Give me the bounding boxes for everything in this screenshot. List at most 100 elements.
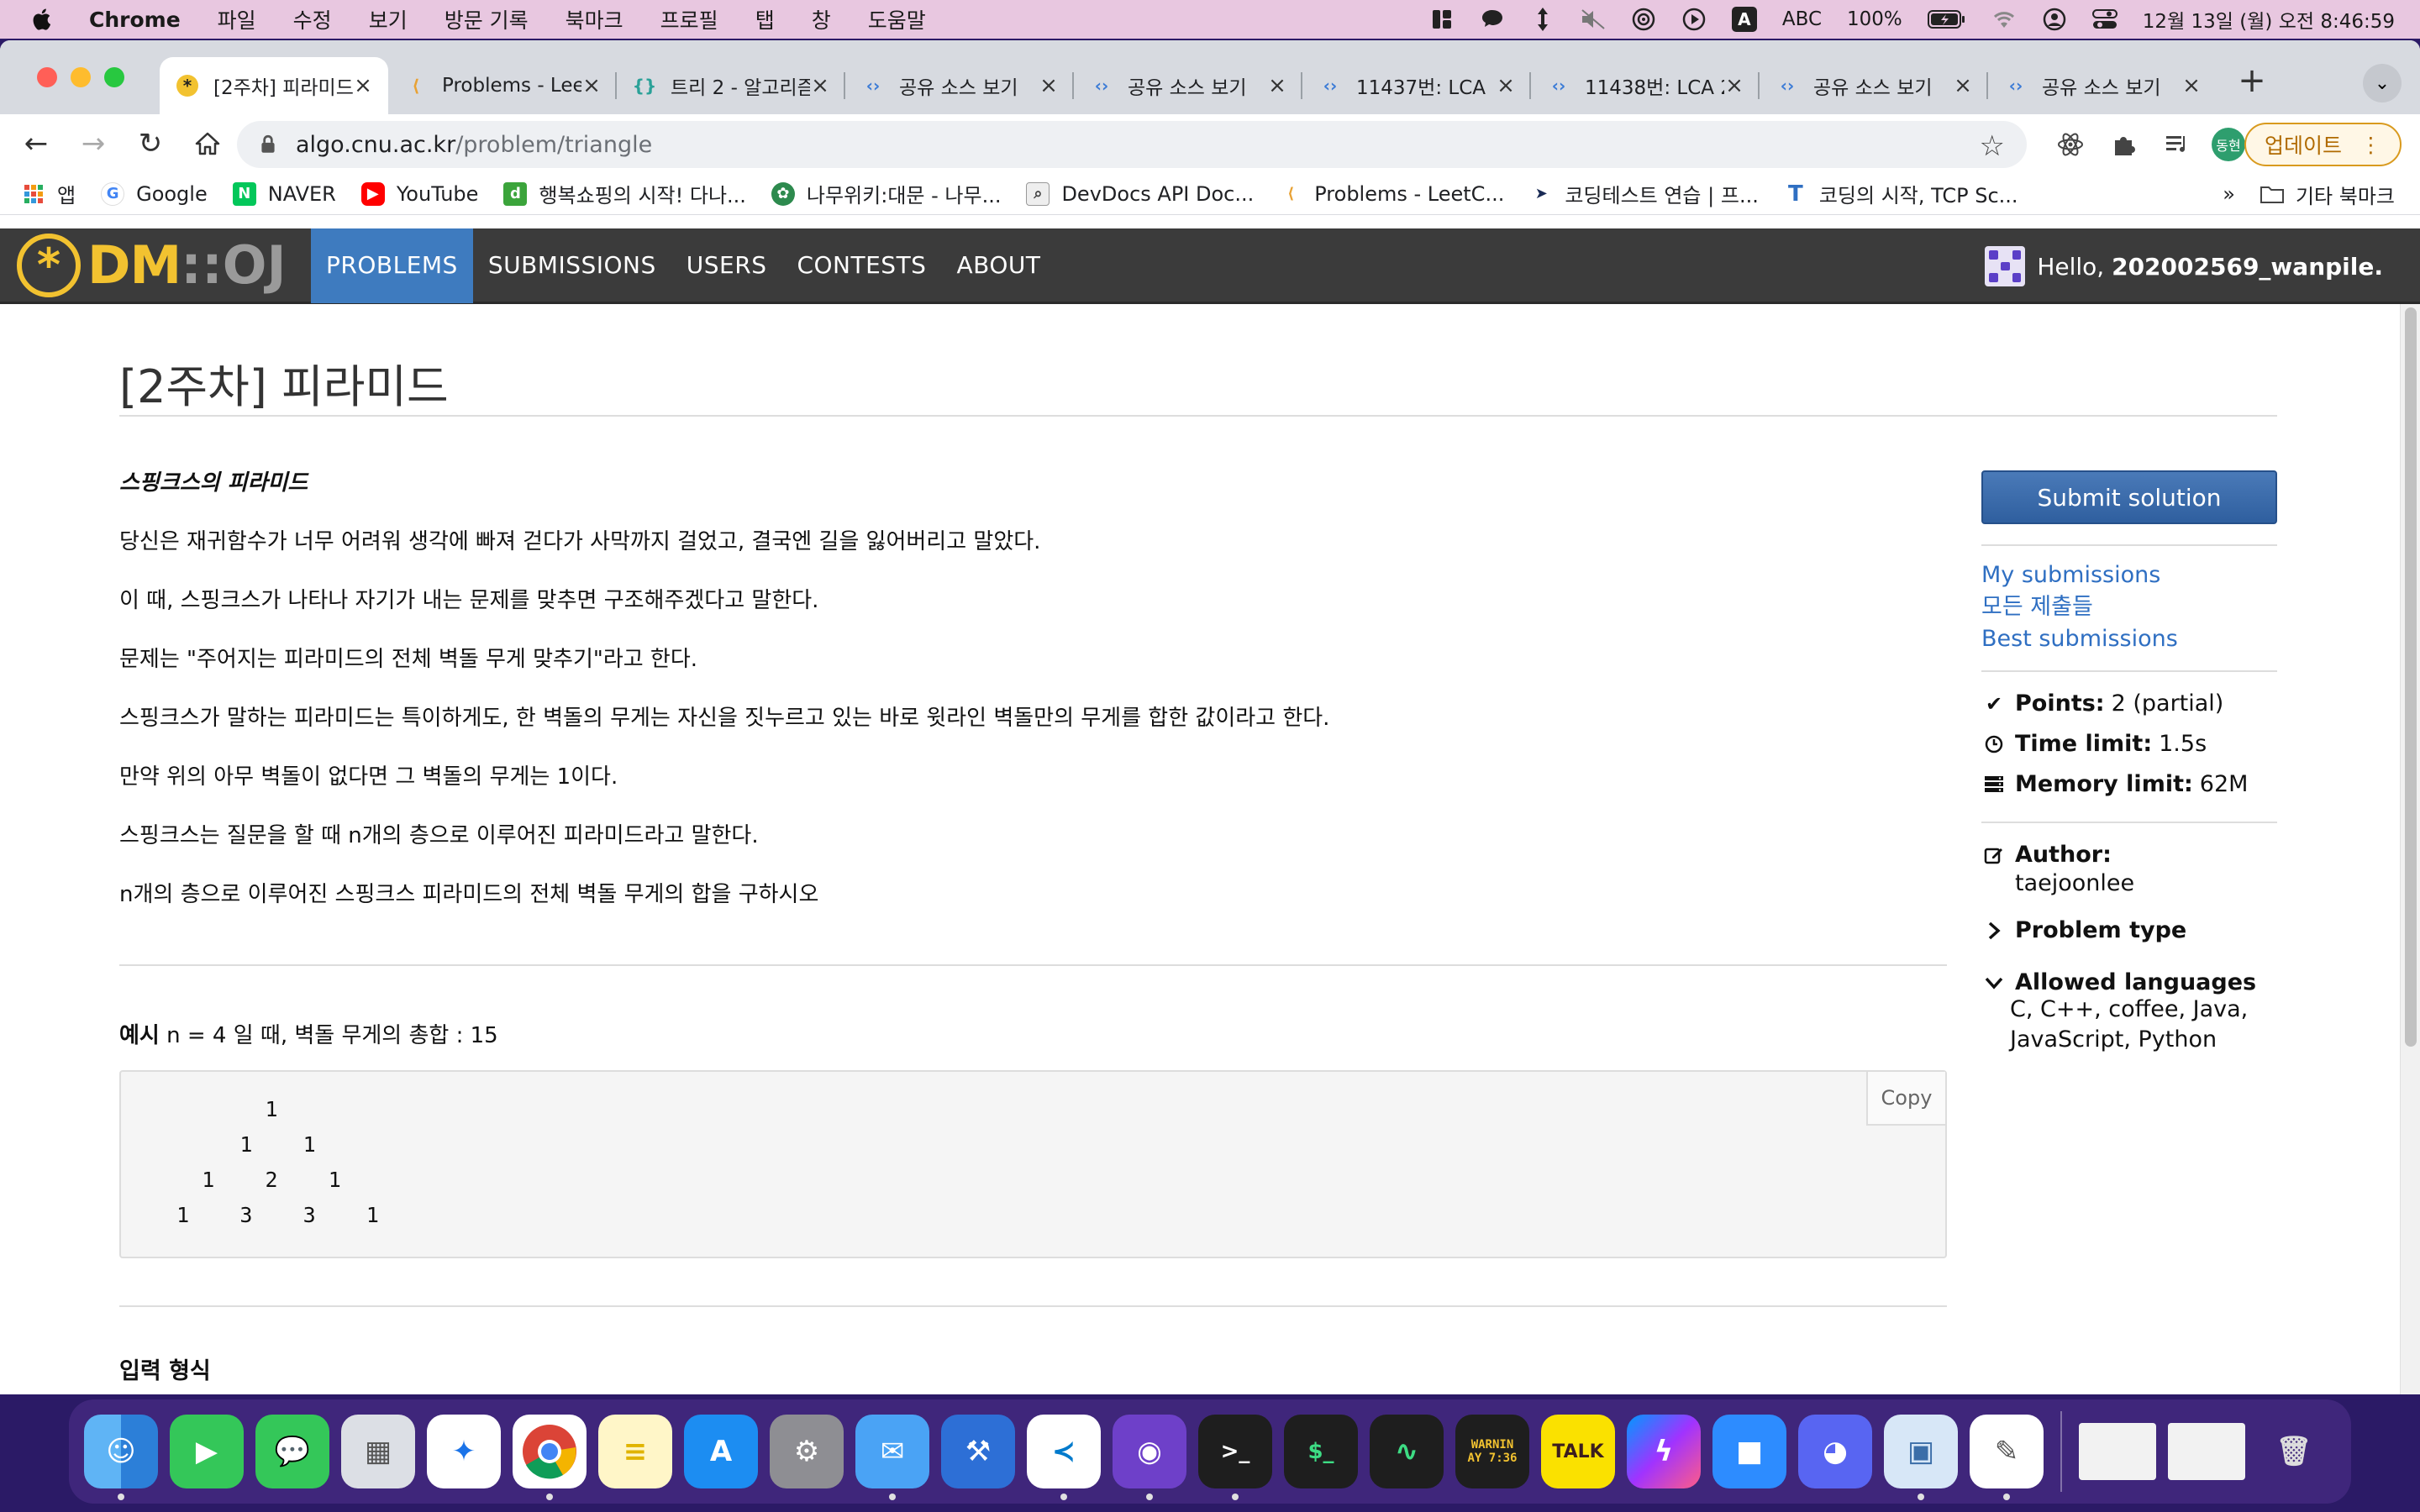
kebab-menu-icon[interactable]: ⋮ xyxy=(2360,133,2381,157)
airdrop-icon[interactable] xyxy=(1631,7,1656,32)
messages-icon[interactable]: 💬 xyxy=(255,1415,329,1488)
zoom-camera-icon[interactable]: ■ xyxy=(1712,1415,1786,1488)
xcode-hammer-icon[interactable]: ⚒ xyxy=(941,1415,1015,1488)
bookmark-other-folder[interactable]: 기타 북마크 xyxy=(2260,180,2395,209)
minimized-window-thumbnail[interactable] xyxy=(2079,1423,2156,1480)
close-tab-icon[interactable]: × xyxy=(1267,73,1287,98)
close-tab-icon[interactable]: × xyxy=(1039,73,1059,98)
vertical-scrollbar[interactable] xyxy=(2400,304,2420,1394)
submit-solution-button[interactable]: Submit solution xyxy=(1981,470,2277,524)
wifi-icon[interactable] xyxy=(1991,7,2017,32)
forward-arrow-icon[interactable]: → xyxy=(69,119,118,168)
reload-icon[interactable]: ↻ xyxy=(126,119,175,168)
close-tab-icon[interactable]: × xyxy=(1496,73,1516,98)
user-greeting[interactable]: Hello, 202002569_wanpile. xyxy=(1985,228,2383,304)
tab-shared-source-3[interactable]: ‹› 공유 소스 보기 × xyxy=(1760,57,1988,114)
app-store-icon[interactable]: A xyxy=(684,1415,758,1488)
example-code-block[interactable]: 1 1 1 1 2 1 1 3 3 1 Copy xyxy=(119,1070,1947,1258)
system-preferences-gear-icon[interactable]: ⚙ xyxy=(770,1415,844,1488)
trash-icon[interactable]: 🗑 xyxy=(2257,1415,2331,1488)
menu-tab[interactable]: 탭 xyxy=(755,4,775,34)
close-window-button[interactable] xyxy=(37,67,57,87)
launchpad-icon[interactable]: ▦ xyxy=(341,1415,415,1488)
finder-icon[interactable]: ☺ xyxy=(84,1415,158,1500)
menu-profile[interactable]: 프로필 xyxy=(660,4,718,34)
home-icon[interactable] xyxy=(183,119,232,168)
facetime-icon[interactable]: ▶ xyxy=(170,1415,244,1488)
textedit-icon[interactable]: ✎ xyxy=(1970,1415,2044,1500)
close-tab-icon[interactable]: × xyxy=(1724,73,1744,98)
minimized-window-thumbnail[interactable] xyxy=(2168,1423,2245,1480)
my-submissions-link[interactable]: My submissions xyxy=(1981,559,2277,591)
menubar-clock[interactable]: 12월 13일 (월) 오전 8:46:59 xyxy=(2143,5,2395,34)
terminal-icon[interactable]: >_ xyxy=(1198,1415,1272,1500)
chrome-icon[interactable] xyxy=(513,1415,587,1500)
tab-lca-11437[interactable]: ‹› 11437번: LCA × xyxy=(1302,57,1531,114)
control-center-icon[interactable] xyxy=(2091,7,2118,32)
mute-speaker-icon[interactable] xyxy=(1581,7,1606,32)
mail-icon[interactable]: ✉ xyxy=(855,1415,929,1500)
menu-view[interactable]: 보기 xyxy=(369,4,408,34)
safari-compass-icon[interactable]: ✦ xyxy=(427,1415,501,1488)
new-tab-plus-icon[interactable]: + xyxy=(2228,57,2275,104)
chat-bubble-icon[interactable] xyxy=(1480,7,1505,32)
bookmark-naver[interactable]: N NAVER xyxy=(232,181,336,206)
close-tab-icon[interactable]: × xyxy=(353,73,373,98)
close-tab-icon[interactable]: × xyxy=(581,73,602,98)
bookmark-namuwiki[interactable]: ✿ 나무위키:대문 - 나무... xyxy=(771,179,1001,208)
menu-file[interactable]: 파일 xyxy=(218,4,256,34)
address-bar[interactable]: algo.cnu.ac.kr/problem/triangle ☆ xyxy=(237,121,2027,168)
bookmark-programmers[interactable]: ➤ 코딩테스트 연습 | 프... xyxy=(1529,179,1759,208)
kakaotalk-icon[interactable]: TALK xyxy=(1541,1415,1615,1488)
lock-icon[interactable] xyxy=(257,134,279,155)
copy-button[interactable]: Copy xyxy=(1866,1072,1945,1126)
tab-leetcode[interactable]: ⟨ Problems - LeetCode × xyxy=(388,57,617,114)
vscode-icon[interactable]: ≺ xyxy=(1027,1415,1101,1500)
discord-icon[interactable]: ◕ xyxy=(1798,1415,1872,1488)
bookmark-star-icon[interactable]: ☆ xyxy=(1980,129,2005,163)
extensions-puzzle-icon[interactable] xyxy=(2104,124,2144,165)
user-avatar[interactable] xyxy=(1985,246,2026,286)
console-icon[interactable]: WARNIN AY 7:36 xyxy=(1455,1415,1529,1488)
zoom-window-button[interactable] xyxy=(104,67,124,87)
apple-logo-icon[interactable] xyxy=(30,7,55,32)
menu-bookmarks[interactable]: 북마크 xyxy=(566,4,623,34)
vertical-arrows-icon[interactable] xyxy=(1530,7,1555,32)
preview-icon[interactable]: ▣ xyxy=(1884,1415,1958,1500)
iterm-icon[interactable]: $_ xyxy=(1284,1415,1358,1488)
media-queue-icon[interactable] xyxy=(2158,124,2198,165)
author-name[interactable]: taejoonlee xyxy=(2015,869,2277,899)
bookmark-youtube[interactable]: ▶ YouTube xyxy=(360,181,478,206)
activity-monitor-icon[interactable]: ∿ xyxy=(1370,1415,1444,1488)
nav-submissions[interactable]: SUBMISSIONS xyxy=(473,228,671,303)
github-desktop-icon[interactable]: ◉ xyxy=(1113,1415,1186,1500)
bookmark-apps[interactable]: 앱 xyxy=(22,179,76,208)
bookmark-danawa[interactable]: d 행복쇼핑의 시작! 다나... xyxy=(503,179,746,208)
react-devtools-icon[interactable] xyxy=(2050,124,2091,165)
best-submissions-link[interactable]: Best submissions xyxy=(1981,623,2277,655)
tab-shared-source-1[interactable]: ‹› 공유 소스 보기 × xyxy=(845,57,1074,114)
tab-tree-algorithm[interactable]: {} 트리 2 - 알고리즘 × xyxy=(617,57,845,114)
nav-users[interactable]: USERS xyxy=(671,228,782,303)
dmoj-logo[interactable]: * DM::OJ xyxy=(17,233,311,297)
update-button[interactable]: 업데이트 ⋮ xyxy=(2244,123,2402,166)
messenger-icon[interactable]: ϟ xyxy=(1627,1415,1701,1488)
bookmark-devdocs[interactable]: ⌕ DevDocs API Doc... xyxy=(1026,181,1254,206)
tab-lca-11438[interactable]: ‹› 11438번: LCA 2 × xyxy=(1531,57,1760,114)
battery-icon[interactable] xyxy=(1927,7,1966,32)
bookmark-leetcode[interactable]: ⟨ Problems - LeetC... xyxy=(1279,182,1504,206)
minimize-window-button[interactable] xyxy=(71,67,91,87)
tab-active-problem[interactable]: * [2주차] 피라미드 × xyxy=(160,57,388,114)
scrollbar-thumb[interactable] xyxy=(2405,307,2417,1047)
nav-about[interactable]: ABOUT xyxy=(941,228,1055,303)
nav-contests[interactable]: CONTESTS xyxy=(781,228,941,303)
bookmark-google[interactable]: G Google xyxy=(101,181,208,206)
notes-icon[interactable]: ≡ xyxy=(598,1415,672,1488)
nav-problems[interactable]: PROBLEMS xyxy=(311,228,473,303)
bookmarks-overflow-icon[interactable]: » xyxy=(2223,182,2235,206)
bookmark-tcpschool[interactable]: T 코딩의 시작, TCP Sc... xyxy=(1784,179,2018,208)
close-tab-icon[interactable]: × xyxy=(2181,73,2202,98)
menu-history[interactable]: 방문 기록 xyxy=(445,4,529,34)
close-tab-icon[interactable]: × xyxy=(1953,73,1973,98)
menu-help[interactable]: 도움말 xyxy=(868,4,926,34)
